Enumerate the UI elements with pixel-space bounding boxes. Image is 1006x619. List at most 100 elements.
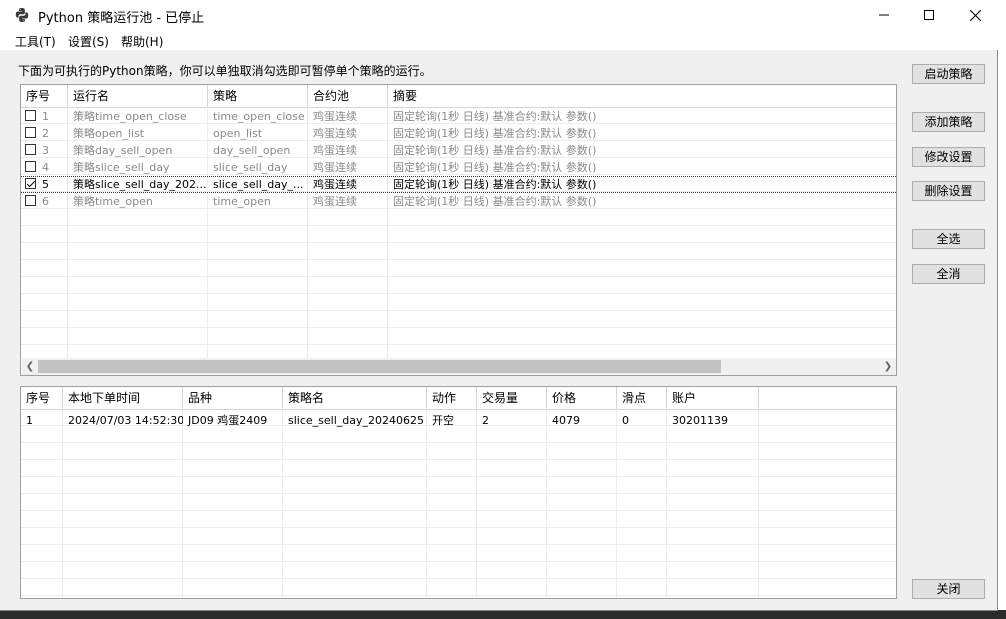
col-price[interactable]: 价格 [547,387,617,409]
summary-cell: 固定轮询(1秒 日线) 基准合约:默认 参数() [393,195,597,208]
table-row[interactable]: 1 2024/07/03 14:52:30 JD09 鸡蛋2409 slice_sel… [21,412,896,429]
start-strategy-button[interactable]: 启动策略 [912,64,985,84]
grid-line [21,510,896,511]
grid-line [21,578,896,579]
summary-cell: 固定轮询(1秒 日线) 基准合约:默认 参数() [393,127,597,140]
menu-tools[interactable]: 工具(T) [15,33,56,50]
table-row[interactable]: 2 策略open_list open_list 鸡蛋连续 固定轮询(1秒 日线) 基准合… [21,125,896,142]
select-all-button[interactable]: 全选 [912,229,985,249]
row-index: 2 [42,127,49,140]
background-window-edge [997,0,1006,619]
index-cell: 1 [21,108,68,125]
run-name-cell: 策略day_sell_open [73,144,173,157]
grid-line [21,327,896,328]
index-cell: 4 [21,159,68,176]
row-checkbox[interactable] [25,161,36,172]
run-name-cell: 策略time_open [73,195,153,208]
index-cell: 5 [21,177,68,194]
python-icon [15,8,29,22]
horizontal-scrollbar[interactable]: ❮ ❯ [22,358,896,375]
run-name-cell: 策略time_open_close [73,110,187,123]
table-row[interactable]: 4 策略slice_sell_day slice_sell_day 鸡蛋连续 固定轮询(… [21,159,896,176]
delete-settings-button[interactable]: 删除设置 [912,181,985,201]
order-list[interactable]: 序号 本地下单时间 品种 策略名 动作 交易量 价格 滑点 账户 1 2024/0… [20,386,897,599]
grid-line [21,476,896,477]
col-slippage[interactable]: 滑点 [617,387,667,409]
background-desktop [0,610,1006,619]
modify-settings-button[interactable]: 修改设置 [912,147,985,167]
row-checkbox[interactable] [25,195,36,206]
pool-cell: 鸡蛋连续 [313,144,357,157]
summary-cell: 固定轮询(1秒 日线) 基准合约:默认 参数() [393,110,597,123]
pool-cell: 鸡蛋连续 [313,178,357,191]
summary-cell: 固定轮询(1秒 日线) 基准合约:默认 参数() [393,144,597,157]
add-strategy-button[interactable]: 添加策略 [912,112,985,132]
grid-line [21,459,896,460]
table-row[interactable]: 5 策略slice_sell_day_202... slice_sell_day_.… [21,176,896,193]
strategy-cell: slice_sell_day_... [213,178,304,191]
col-summary[interactable]: 摘要 [388,85,896,107]
title-bar[interactable]: Python 策略运行池 - 已停止 [0,0,998,30]
close-window-button[interactable] [952,0,998,30]
grid-line [21,293,896,294]
col-volume[interactable]: 交易量 [477,387,547,409]
index-cell: 3 [21,142,68,159]
volume-cell: 2 [482,414,489,427]
grid-column-line [616,409,617,598]
scroll-left-icon[interactable]: ❮ [22,358,38,375]
col-run-name[interactable]: 运行名 [68,85,208,107]
menu-help[interactable]: 帮助(H) [121,33,163,50]
col-action[interactable]: 动作 [427,387,477,409]
row-checkbox[interactable] [25,127,36,138]
table-row[interactable]: 3 策略day_sell_open day_sell_open 鸡蛋连续 固定轮询(1秒… [21,142,896,159]
grid-line [21,242,896,243]
col-account[interactable]: 账户 [667,387,759,409]
row-index: 5 [42,178,49,191]
grid-line [21,527,896,528]
grid-column-line [62,409,63,598]
scroll-thumb[interactable] [38,360,721,373]
row-checkbox[interactable] [25,144,36,155]
summary-cell: 固定轮询(1秒 日线) 基准合约:默认 参数() [393,178,597,191]
col-strategy[interactable]: 策略 [208,85,308,107]
window-title: Python 策略运行池 - 已停止 [38,11,205,26]
strategy-list[interactable]: 序号 运行名 策略 合约池 摘要 1 策略time_open_close time_… [20,84,897,376]
col-index[interactable]: 序号 [21,85,68,107]
grid-line [21,344,896,345]
account-cell: 30201139 [672,414,728,427]
grid-column-line [476,409,477,598]
minimize-button[interactable] [861,0,907,30]
menu-settings[interactable]: 设置(S) [68,33,109,50]
maximize-button[interactable] [906,0,952,30]
grid-column-line [426,409,427,598]
grid-column-line [546,409,547,598]
grid-line [21,595,896,596]
scroll-right-icon[interactable]: ❯ [880,358,896,375]
strategy-list-header: 序号 运行名 策略 合约池 摘要 [21,85,896,108]
deselect-all-button[interactable]: 全消 [912,264,985,284]
row-checkbox[interactable] [25,110,36,121]
row-index: 3 [42,144,49,157]
col-strategy-name[interactable]: 策略名 [283,387,427,409]
grid-line [21,310,896,311]
description-text: 下面为可执行的Python策略，你可以单独取消勾选即可暂停单个策略的运行。 [18,64,432,78]
strategy-cell: open_list [213,127,263,140]
price-cell: 4079 [552,414,580,427]
strategy-cell: time_open [213,195,271,208]
index-cell: 6 [21,193,68,210]
grid-column-line [182,409,183,598]
table-row[interactable]: 1 策略time_open_close time_open_close 鸡蛋连续 固定轮… [21,108,896,125]
row-checkbox[interactable] [25,178,36,189]
col-order-index[interactable]: 序号 [21,387,63,409]
strategy-cell: day_sell_open [213,144,291,157]
col-product[interactable]: 品种 [183,387,283,409]
grid-line [21,544,896,545]
table-row[interactable]: 6 策略time_open time_open 鸡蛋连续 固定轮询(1秒 日线) 基准合… [21,193,896,210]
run-name-cell: 策略open_list [73,127,145,140]
col-contract-pool[interactable]: 合约池 [308,85,388,107]
close-button[interactable]: 关闭 [912,579,985,599]
grid-column-line [282,409,283,598]
run-name-cell: 策略slice_sell_day [73,161,170,174]
col-order-time[interactable]: 本地下单时间 [63,387,183,409]
menu-bar: 工具(T) 设置(S) 帮助(H) [0,30,998,50]
